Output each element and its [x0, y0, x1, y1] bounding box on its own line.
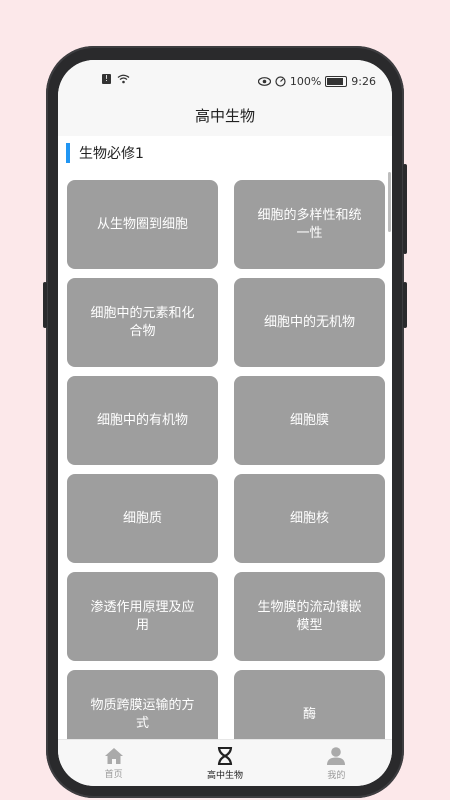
dna-icon	[217, 746, 233, 765]
tab-mine-label: 我的	[327, 770, 346, 781]
tab-home-label: 首页	[104, 769, 123, 780]
clock: 9:26	[351, 75, 376, 88]
chapter-card[interactable]: 从生物圈到细胞	[67, 180, 218, 269]
battery-icon	[325, 76, 348, 87]
tab-home[interactable]: 首页	[58, 740, 169, 786]
tab-biology[interactable]: 高中生物	[169, 740, 280, 786]
phone-volume-button	[403, 164, 407, 254]
phone-power-button	[403, 282, 407, 328]
page-title: 高中生物	[58, 104, 392, 136]
eye-icon	[257, 77, 271, 86]
chapter-grid: 从生物圈到细胞 细胞的多样性和统一性 细胞中的元素和化合物 细胞中的无机物 细胞…	[67, 180, 385, 740]
chapter-card[interactable]: 生物膜的流动镶嵌模型	[234, 572, 385, 661]
screen: ! 100% 9:26 高中生物 生物必修1 从生物圈到细胞 细胞的多样性和统一…	[58, 60, 392, 786]
section-accent-bar	[66, 143, 70, 163]
chapter-card[interactable]: 细胞中的有机物	[67, 376, 218, 465]
chapter-card[interactable]: 细胞中的无机物	[234, 278, 385, 367]
chapter-card[interactable]: 渗透作用原理及应用	[67, 572, 218, 661]
phone-side-button	[43, 282, 47, 328]
wifi-icon	[117, 74, 130, 84]
section-title: 生物必修1	[79, 146, 144, 162]
chapter-card[interactable]: 物质跨膜运输的方式	[67, 670, 218, 740]
section-header: 生物必修1	[58, 136, 392, 170]
chapter-card[interactable]: 细胞中的元素和化合物	[67, 278, 218, 367]
speed-icon	[275, 76, 286, 87]
notification-icon: !	[102, 74, 111, 84]
chapter-card[interactable]: 细胞核	[234, 474, 385, 563]
status-right: 100% 9:26	[257, 75, 376, 88]
tab-mine[interactable]: 我的	[281, 740, 392, 786]
chapter-card[interactable]: 酶	[234, 670, 385, 740]
status-left: !	[102, 74, 130, 84]
chapter-card[interactable]: 细胞的多样性和统一性	[234, 180, 385, 269]
chapter-card[interactable]: 细胞膜	[234, 376, 385, 465]
tab-biology-label: 高中生物	[206, 770, 243, 781]
chapter-card[interactable]: 细胞质	[67, 474, 218, 563]
user-icon	[327, 746, 346, 765]
home-icon	[104, 747, 123, 764]
scrollbar[interactable]	[388, 172, 391, 232]
chapter-list[interactable]: 从生物圈到细胞 细胞的多样性和统一性 细胞中的元素和化合物 细胞中的无机物 细胞…	[58, 170, 392, 740]
battery-percent: 100%	[289, 75, 322, 88]
status-bar: ! 100% 9:26	[58, 60, 392, 104]
bottom-tab-bar: 首页 高中生物 我的	[58, 739, 392, 786]
